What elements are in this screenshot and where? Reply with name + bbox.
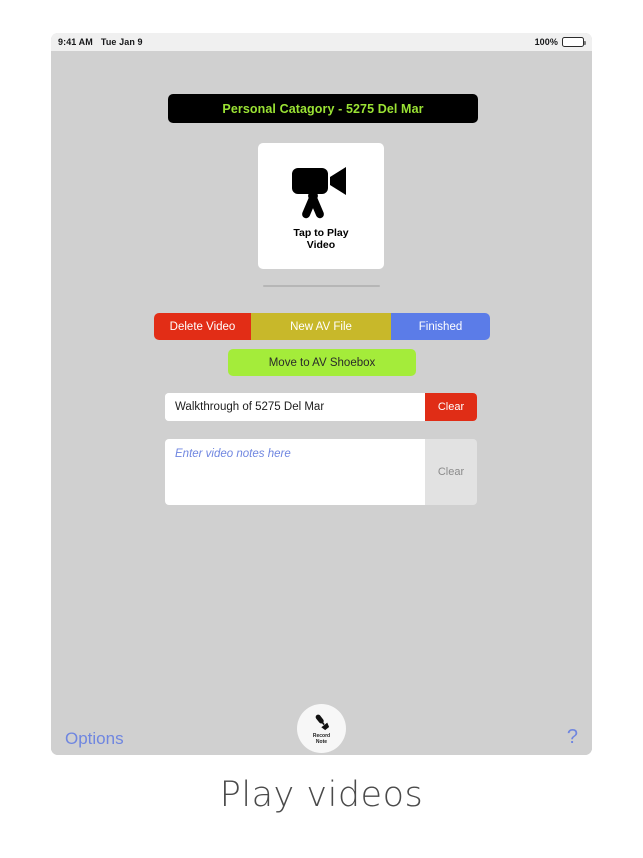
page-title: Personal Catagory - 5275 Del Mar bbox=[222, 101, 424, 116]
record-note-button[interactable]: Record Note bbox=[297, 704, 346, 753]
clear-title-button[interactable]: Clear bbox=[425, 393, 477, 421]
record-note-label-line2: Note bbox=[315, 739, 328, 745]
battery-full-icon bbox=[562, 37, 586, 47]
caption-text: Play videos bbox=[219, 775, 424, 815]
delete-video-button[interactable]: Delete Video bbox=[154, 313, 251, 340]
help-button[interactable]: ? bbox=[567, 726, 578, 749]
status-bar: 9:41 AM Tue Jan 9 100% bbox=[51, 33, 592, 51]
page-title-banner: Personal Catagory - 5275 Del Mar bbox=[168, 94, 478, 123]
video-camera-icon bbox=[292, 166, 346, 218]
tap-to-play-video-card[interactable]: Tap to Play Video bbox=[258, 143, 384, 269]
battery-percent-label: 100% bbox=[534, 37, 558, 47]
video-notes-field-row: Clear bbox=[165, 439, 477, 505]
move-to-av-shoebox-button[interactable]: Move to AV Shoebox bbox=[228, 349, 416, 376]
screen-body: Personal Catagory - 5275 Del Mar Tap to … bbox=[51, 51, 592, 755]
video-card-label-line2: Video bbox=[306, 239, 336, 251]
divider bbox=[263, 285, 380, 287]
clear-notes-button[interactable]: Clear bbox=[425, 439, 477, 505]
new-av-file-button[interactable]: New AV File bbox=[251, 313, 391, 340]
video-card-label: Tap to Play Video bbox=[293, 227, 348, 252]
app-root: 9:41 AM Tue Jan 9 100% Personal Catagory… bbox=[0, 0, 643, 858]
status-bar-date: Tue Jan 9 bbox=[100, 37, 143, 47]
device-screen: 9:41 AM Tue Jan 9 100% Personal Catagory… bbox=[51, 33, 592, 755]
options-button[interactable]: Options bbox=[65, 729, 124, 749]
status-bar-time: 9:41 AM bbox=[58, 37, 93, 47]
video-title-field-row: Clear bbox=[165, 393, 477, 421]
video-title-input[interactable] bbox=[165, 393, 425, 421]
status-bar-right: 100% bbox=[534, 37, 586, 47]
finished-button[interactable]: Finished bbox=[391, 313, 490, 340]
microphone-icon bbox=[315, 714, 329, 731]
action-button-row: Delete Video New AV File Finished bbox=[154, 313, 490, 340]
record-note-label: Record Note bbox=[313, 733, 330, 745]
video-notes-input[interactable] bbox=[165, 439, 425, 505]
video-card-label-line1: Tap to Play bbox=[293, 226, 349, 239]
